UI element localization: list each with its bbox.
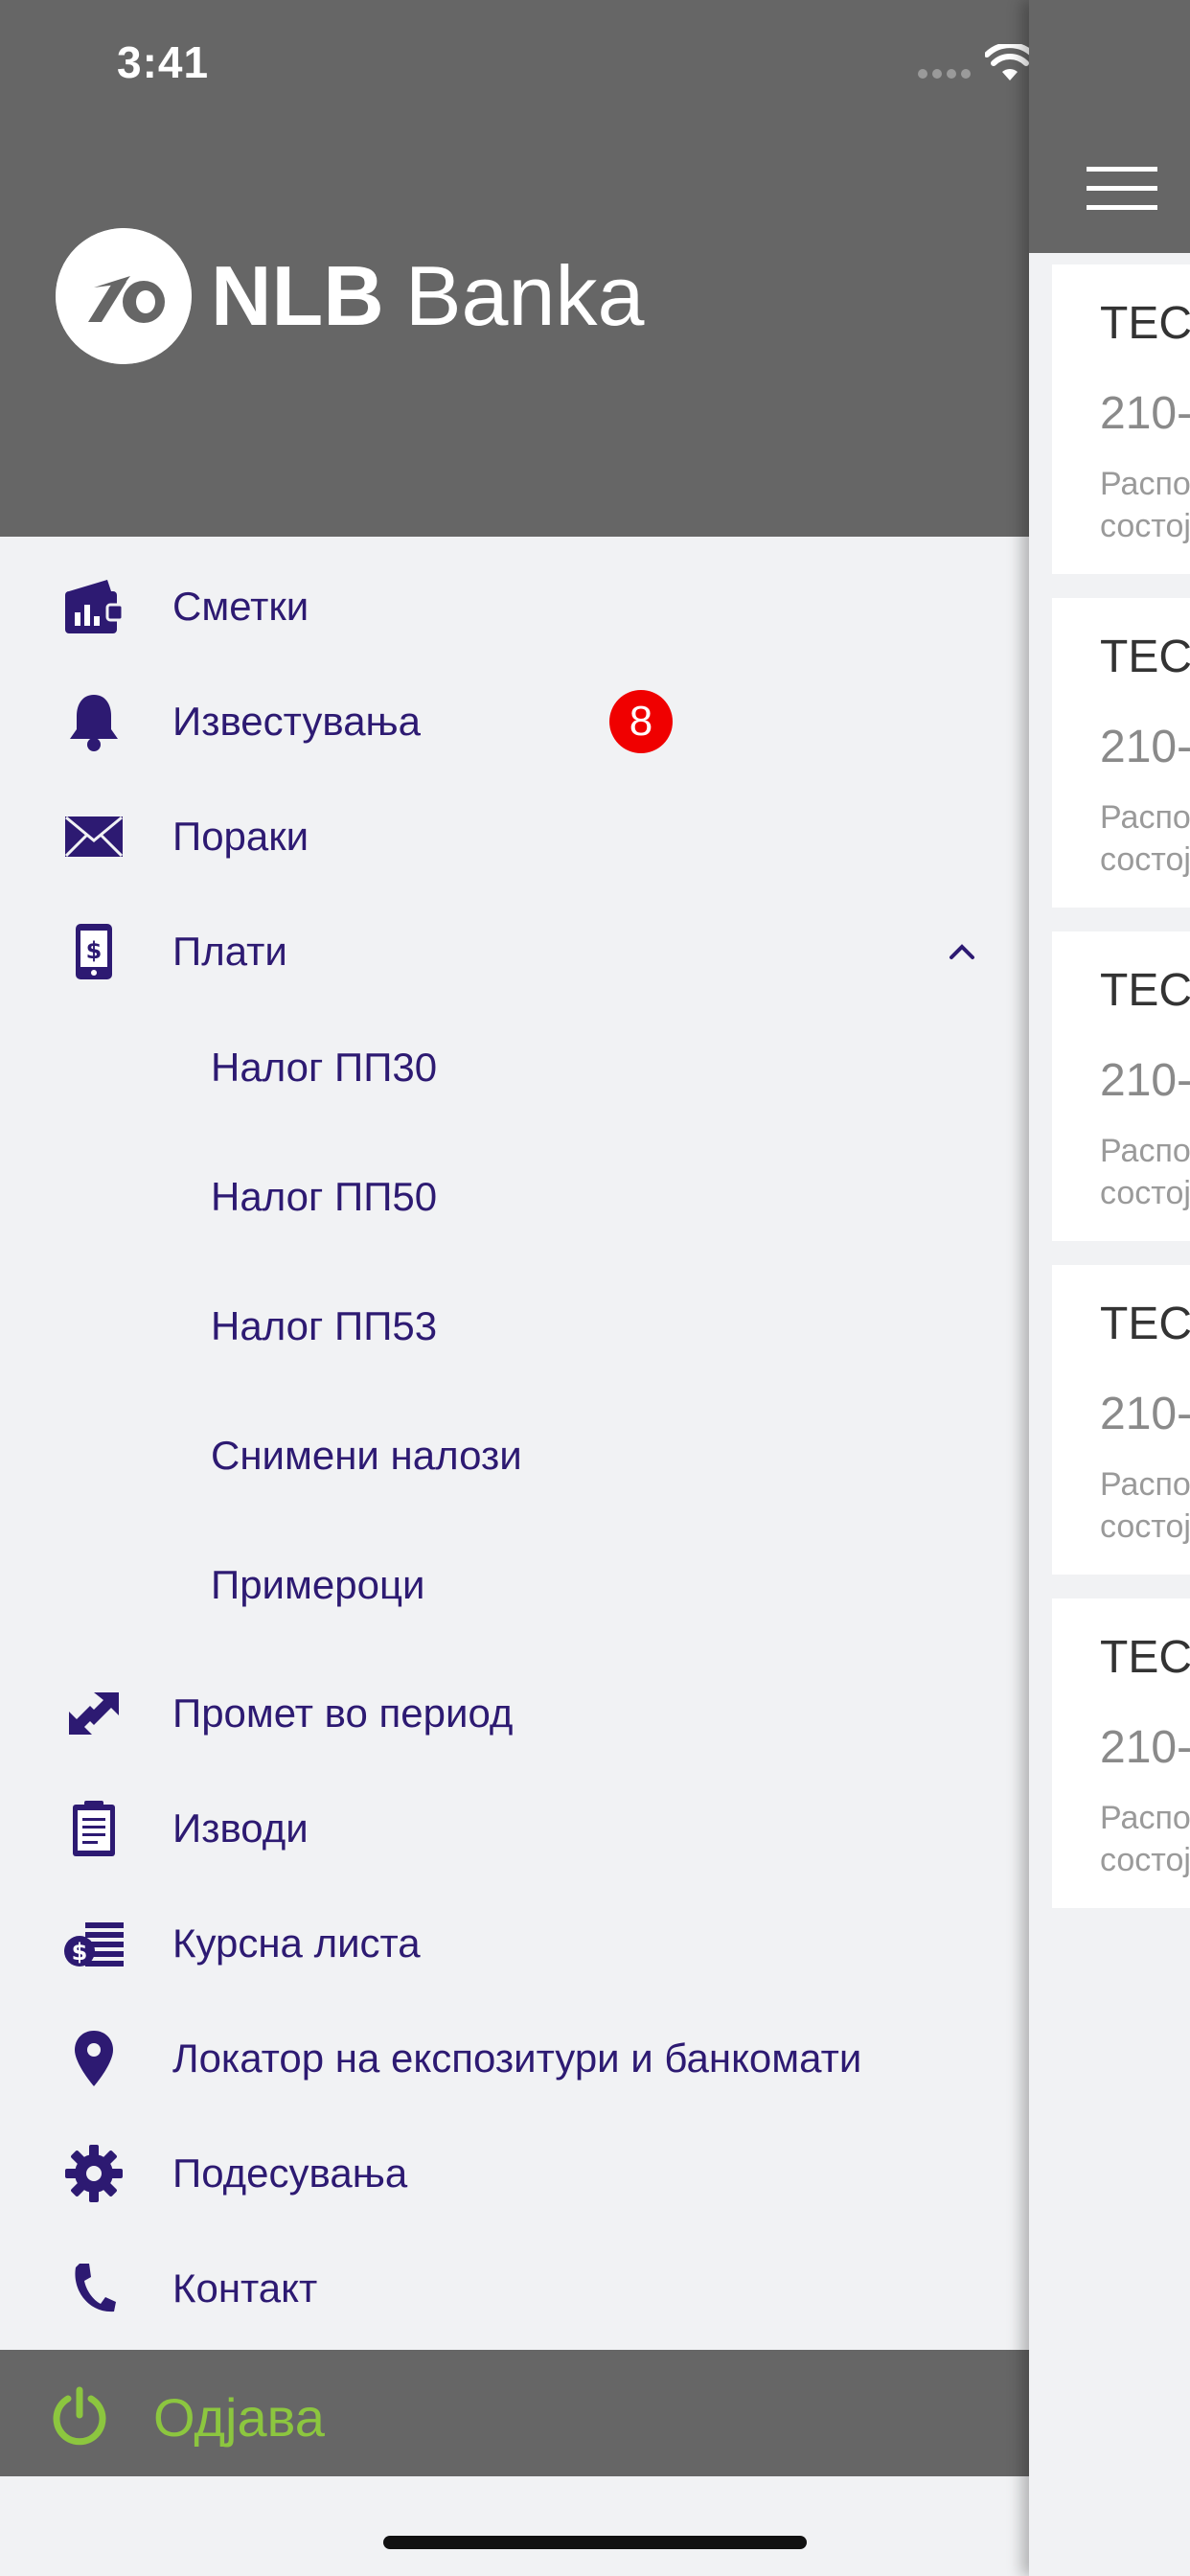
account-number: 210- — [1100, 1722, 1190, 1773]
logout-label: Одјава — [153, 2387, 325, 2448]
menu-item-contact[interactable]: Контакт — [0, 2231, 1029, 2346]
menu-item-accounts[interactable]: Сметки — [0, 549, 1029, 664]
menu-item-settings[interactable]: Подесувања — [0, 2116, 1029, 2231]
menu-item-label: Промет во период — [172, 1690, 514, 1736]
account-name: ТЕСТ — [1100, 632, 1190, 682]
account-number: 210- — [1100, 722, 1190, 772]
logout-button[interactable]: Одјава — [0, 2350, 1029, 2476]
menu-item-messages[interactable]: Пораки — [0, 779, 1029, 894]
menu-item-notifications[interactable]: Известувања 8 — [0, 664, 1029, 779]
account-card[interactable]: ТЕСТ 210- Распол состој — [1052, 1265, 1190, 1575]
logo-wordmark: NLB Banka — [211, 254, 644, 338]
home-indicator[interactable] — [383, 2536, 807, 2549]
account-balance-label: Распол — [1100, 1466, 1190, 1503]
logo-text-nlb: NLB — [211, 248, 384, 343]
account-card[interactable]: ТЕСТ 210- Распол состој — [1052, 264, 1190, 574]
account-name: ТЕСТ — [1100, 965, 1190, 1016]
exchange-rate-icon: $ — [59, 1909, 128, 1978]
main-content[interactable]: ТЕСТ 210- Распол состој ТЕСТ 210- Распол… — [1029, 0, 1190, 2576]
account-card[interactable]: ТЕСТ 210- Распол состој — [1052, 598, 1190, 908]
phone-icon — [59, 2254, 128, 2323]
drawer-header: 3:41 NLB Banka — [0, 0, 1127, 537]
submenu-item-label: Налог ПП50 — [211, 1174, 438, 1219]
menu-item-pay[interactable]: $ Плати — [0, 894, 1029, 1009]
account-balance-label: Распол — [1100, 1133, 1190, 1169]
payment-phone-icon: $ — [59, 917, 128, 986]
submenu-item-label: Примероци — [211, 1562, 425, 1607]
menu-item-label: Сметки — [172, 584, 309, 629]
menu-item-label: Известувања — [172, 699, 422, 744]
account-balance-label: Распол — [1100, 799, 1190, 836]
submenu-item-label: Налог ПП53 — [211, 1303, 438, 1348]
account-card[interactable]: ТЕСТ 210- Распол состој — [1052, 1598, 1190, 1908]
bank-logo: NLB Banka — [56, 228, 644, 364]
gear-icon — [59, 2139, 128, 2208]
account-balance-label: Распол — [1100, 466, 1190, 502]
power-icon — [53, 2386, 106, 2446]
submenu-item-pp30[interactable]: Налог ПП30 — [0, 1006, 1029, 1136]
account-name: ТЕСТ — [1100, 1299, 1190, 1349]
menu-item-label: Пораки — [172, 814, 309, 859]
account-card[interactable]: ТЕСТ 210- Распол состој — [1052, 932, 1190, 1241]
chevron-up-icon[interactable] — [949, 942, 975, 961]
notification-badge: 8 — [609, 690, 673, 753]
account-balance-label: состој — [1100, 1175, 1190, 1211]
submenu-item-label: Налог ПП30 — [211, 1045, 438, 1090]
bell-icon — [59, 687, 128, 756]
location-pin-icon — [59, 2024, 128, 2093]
menu-item-label: Курсна листа — [172, 1920, 421, 1966]
clipboard-icon — [59, 1794, 128, 1863]
svg-text:$: $ — [86, 937, 103, 964]
accounts-icon — [59, 572, 128, 641]
menu-item-statements[interactable]: Изводи — [0, 1771, 1029, 1886]
account-name: ТЕСТ — [1100, 1632, 1190, 1683]
submenu-item-saved-orders[interactable]: Снимени налози — [0, 1394, 1029, 1524]
submenu-item-pp53[interactable]: Налог ПП53 — [0, 1265, 1029, 1394]
account-balance-label: состој — [1100, 1842, 1190, 1878]
navigation-drawer: 3:41 NLB Banka Сметки Известувања 8 Пора… — [0, 0, 1127, 2576]
menu-item-label: Изводи — [172, 1806, 309, 1851]
submenu-item-pp50[interactable]: Налог ПП50 — [0, 1136, 1029, 1265]
transfer-arrows-icon — [59, 1679, 128, 1748]
menu-item-label: Локатор на експозитури и банкомати — [172, 2036, 862, 2081]
menu-item-exchange-rates[interactable]: $ Курсна листа — [0, 1886, 1029, 2001]
account-balance-label: состој — [1100, 841, 1190, 878]
submenu-item-label: Снимени налози — [211, 1433, 522, 1478]
submenu-item-templates[interactable]: Примероци — [0, 1524, 1029, 1653]
main-header — [1029, 0, 1190, 253]
menu-item-label: Подесувања — [172, 2150, 408, 2196]
svg-text:$: $ — [72, 1939, 88, 1966]
wifi-icon — [985, 44, 1035, 80]
account-balance-label: состој — [1100, 508, 1190, 544]
menu-item-turnover[interactable]: Промет во период — [0, 1656, 1029, 1771]
account-name: ТЕСТ — [1100, 298, 1190, 349]
status-time: 3:41 — [117, 37, 210, 87]
menu-item-branch-locator[interactable]: Локатор на експозитури и банкомати — [0, 2001, 1029, 2116]
account-balance-label: состој — [1100, 1508, 1190, 1545]
envelope-icon — [59, 802, 128, 871]
hamburger-menu-icon[interactable] — [1087, 165, 1157, 213]
logo-text-banka: Banka — [404, 248, 645, 343]
signal-icon — [918, 69, 971, 79]
menu-item-label: Плати — [172, 929, 287, 974]
account-number: 210- — [1100, 1055, 1190, 1106]
logo-mark-icon — [56, 228, 192, 364]
account-number: 210- — [1100, 1389, 1190, 1439]
account-number: 210- — [1100, 388, 1190, 439]
menu-item-label: Контакт — [172, 2266, 318, 2311]
account-balance-label: Распол — [1100, 1800, 1190, 1836]
